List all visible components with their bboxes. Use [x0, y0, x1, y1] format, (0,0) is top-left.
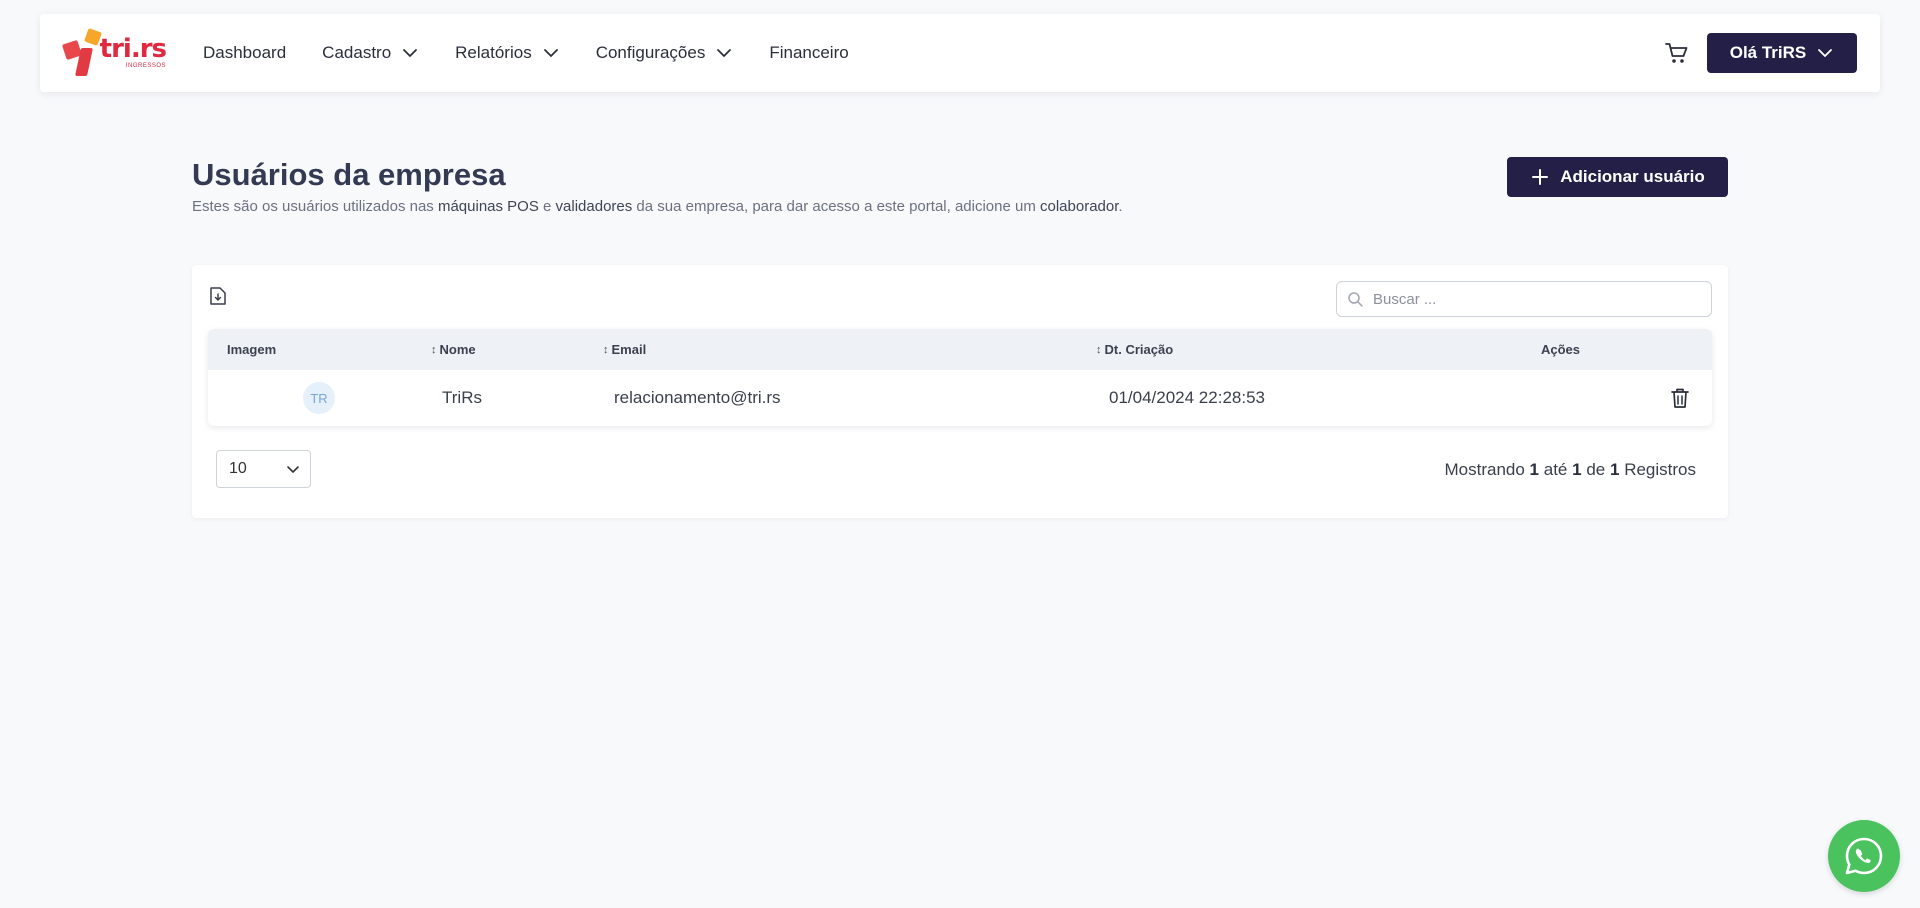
add-user-button[interactable]: Adicionar usuário [1507, 157, 1728, 197]
logo-subtext: INGRESSOS [125, 63, 166, 69]
col-email[interactable]: ↕ Email [603, 329, 646, 370]
whatsapp-icon [1845, 837, 1883, 875]
sort-icon: ↕ [603, 343, 609, 356]
whatsapp-button[interactable] [1828, 820, 1900, 892]
col-dt-criacao[interactable]: ↕ Dt. Criação [1096, 329, 1173, 370]
user-menu-button[interactable]: Olá TriRS [1707, 33, 1857, 73]
sort-icon: ↕ [431, 343, 437, 356]
nav-configuracoes[interactable]: Configurações [596, 43, 734, 63]
table-row: TR TriRs relacionamento@tri.rs 01/04/202… [208, 370, 1712, 426]
nav-cadastro-label: Cadastro [322, 43, 392, 62]
search-input[interactable] [1373, 290, 1703, 308]
col-nome[interactable]: ↕ Nome [431, 329, 476, 370]
nav-dashboard[interactable]: Dashboard [203, 43, 286, 63]
col-imagem: Imagem [227, 342, 277, 357]
table-header: Imagem ↕ Nome ↕ Email ↕ Dt. Criação Ações [208, 329, 1712, 370]
avatar: TR [303, 382, 335, 414]
sort-icon: ↕ [1096, 343, 1102, 356]
users-card: Imagem ↕Nome ↕Email ↕Dt. Criação Ações T… [192, 265, 1728, 518]
col-acoes: Ações [1541, 342, 1581, 357]
nav-relatorios[interactable]: Relatórios [455, 43, 560, 63]
add-user-label: Adicionar usuário [1560, 167, 1705, 186]
page-size-value: 10 [229, 460, 247, 477]
pagination-info: Mostrando 1 até 1 de 1 Registros [1444, 460, 1696, 479]
chevron-down-icon [403, 49, 418, 57]
top-navbar: tri.rs INGRESSOS Dashboard Cadastro Rela… [40, 14, 1880, 92]
nav-configuracoes-label: Configurações [595, 43, 706, 62]
cart-icon[interactable] [1664, 40, 1690, 66]
file-export-icon[interactable] [209, 286, 227, 306]
nav-relatorios-label: Relatórios [455, 43, 532, 62]
chevron-down-icon [717, 49, 732, 57]
chevron-down-icon [1818, 49, 1833, 57]
brand-logo[interactable]: tri.rs INGRESSOS [61, 28, 167, 78]
nav-financeiro-label: Financeiro [769, 43, 849, 62]
search-field[interactable] [1336, 281, 1712, 317]
chevron-down-icon [543, 49, 558, 57]
cell-email: relacionamento@tri.rs [614, 388, 781, 407]
trash-icon[interactable] [1670, 387, 1690, 409]
logo-text: tri.rs [99, 34, 167, 64]
search-icon [1348, 292, 1363, 307]
users-table: Imagem ↕ Nome ↕ Email ↕ Dt. Criação Ações T… [208, 329, 1712, 426]
user-menu-label: Olá TriRS [1729, 43, 1807, 62]
plus-icon [1532, 169, 1549, 185]
nav-financeiro[interactable]: Financeiro [769, 43, 848, 63]
nav-cadastro[interactable]: Cadastro [322, 43, 419, 63]
cell-name: TriRs [442, 388, 482, 407]
page-size-select[interactable]: 10 [216, 450, 311, 488]
page-subtitle: Estes são os usuários utilizados nas máq… [192, 198, 1123, 215]
page-title: Usuários da empresa [192, 157, 506, 192]
cell-created: 01/04/2024 22:28:53 [1109, 388, 1265, 407]
logo-mark-icon [61, 28, 102, 78]
main-nav: Dashboard Cadastro Relatórios Configuraç… [203, 14, 885, 92]
chevron-down-icon [287, 466, 299, 473]
nav-dashboard-label: Dashboard [203, 43, 287, 62]
